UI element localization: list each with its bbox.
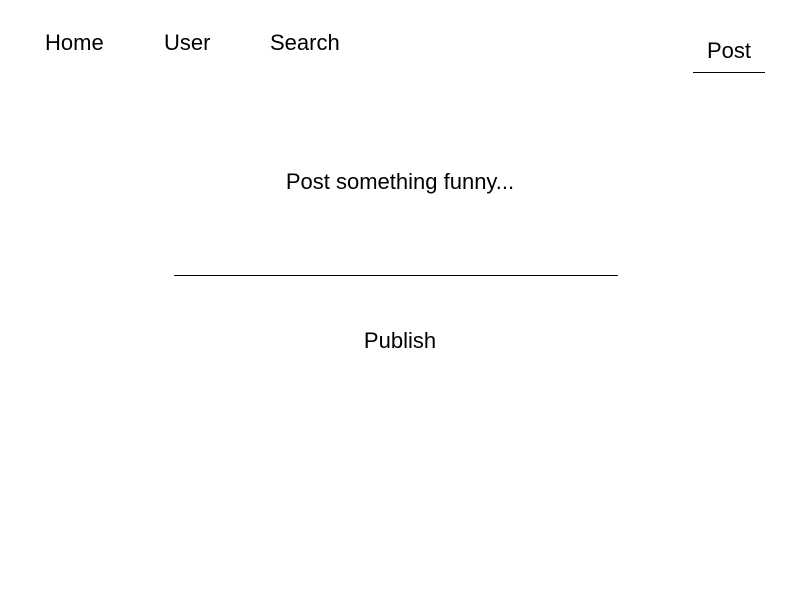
publish-button[interactable]: Publish (0, 327, 800, 355)
nav-tab-post-active[interactable]: Post (693, 38, 765, 73)
nav-link-home[interactable]: Home (45, 30, 104, 56)
post-page: Home User Search Post Post something fun… (0, 0, 800, 600)
post-text-input[interactable] (174, 250, 618, 276)
post-prompt-text: Post something funny... (285, 169, 515, 194)
nav-link-search[interactable]: Search (270, 30, 340, 56)
nav-link-user[interactable]: User (164, 30, 210, 56)
